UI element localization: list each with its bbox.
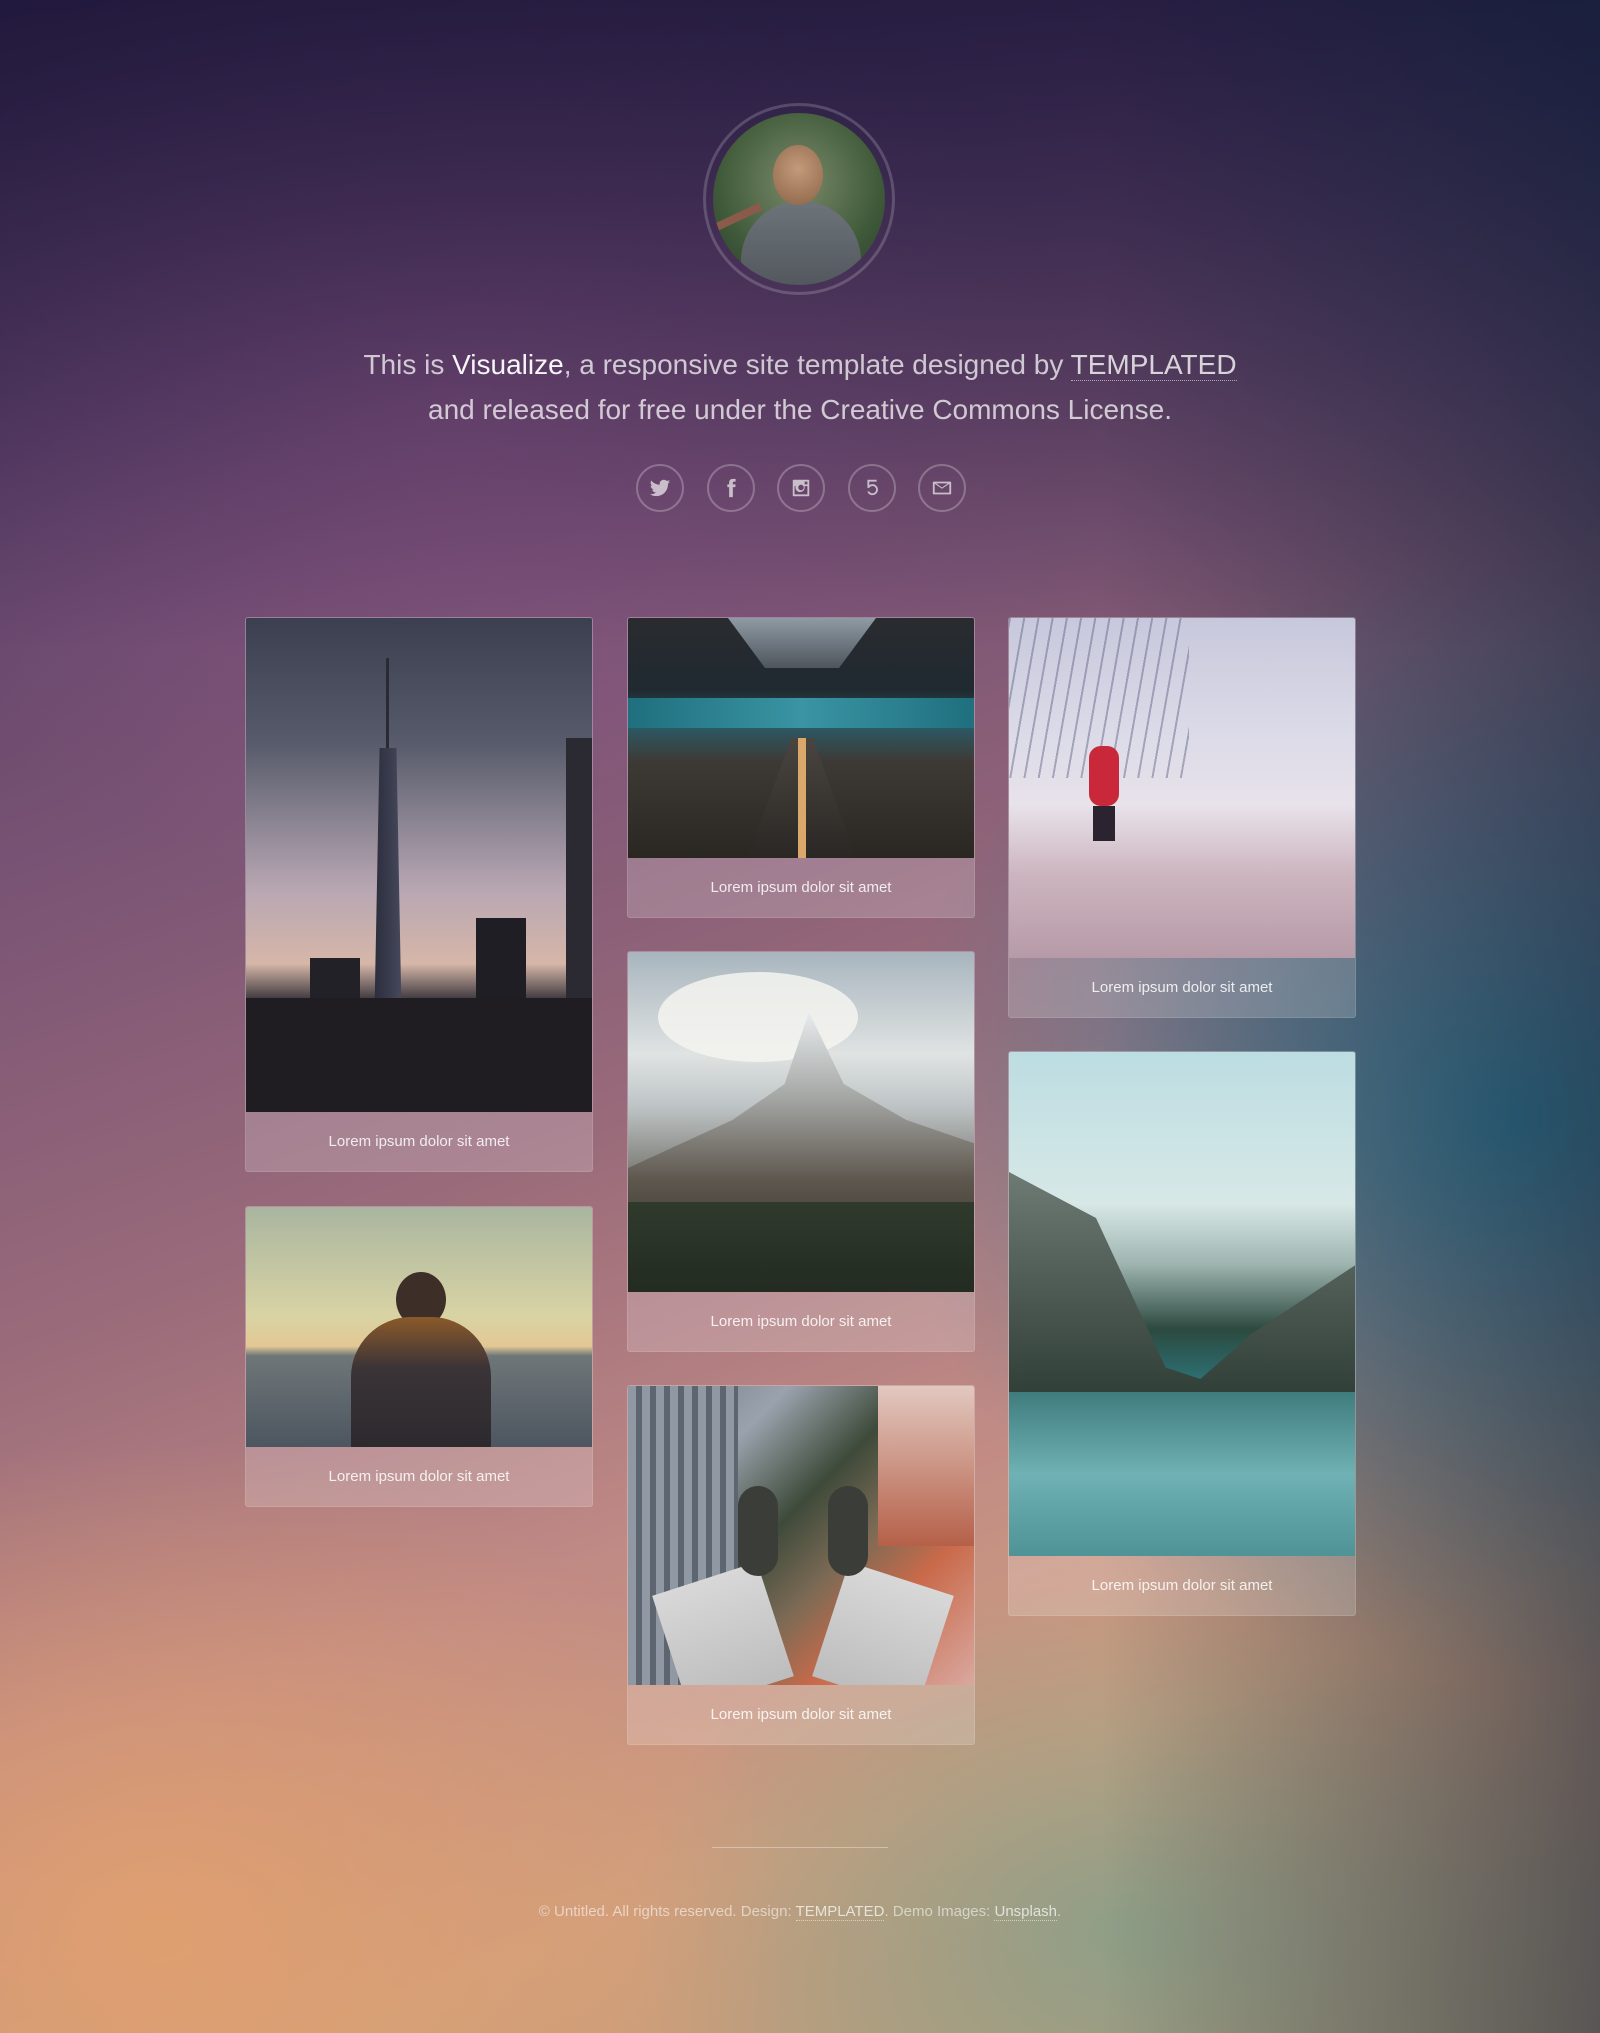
footer-divider (712, 1847, 888, 1848)
photo-feet-over-city (628, 1386, 974, 1685)
brand-name: Visualize (452, 349, 564, 380)
photo-snow-field (1009, 618, 1355, 958)
gallery-caption: Lorem ipsum dolor sit amet (1009, 1556, 1355, 1615)
gallery-caption: Lorem ipsum dolor sit amet (628, 858, 974, 917)
avatar (703, 103, 895, 295)
gallery-item[interactable]: Lorem ipsum dolor sit amet (245, 1206, 593, 1507)
design-link[interactable]: TEMPLATED (795, 1903, 885, 1921)
instagram-icon[interactable] (777, 464, 825, 512)
avatar-photo (713, 113, 885, 285)
500px-icon[interactable] (847, 464, 896, 512)
gallery-item[interactable]: Lorem ipsum dolor sit amet (627, 951, 975, 1352)
gallery-caption: Lorem ipsum dolor sit amet (628, 1292, 974, 1351)
photo-mountain-lake (1009, 1052, 1355, 1556)
images-link[interactable]: Unsplash (994, 1903, 1058, 1921)
facebook-icon[interactable] (706, 464, 755, 512)
gallery-caption: Lorem ipsum dolor sit amet (628, 1685, 974, 1744)
gallery-caption: Lorem ipsum dolor sit amet (246, 1447, 592, 1506)
photo-person-sunset (246, 1207, 592, 1447)
envelope-icon[interactable] (918, 464, 966, 512)
intro-text: This is Visualize, a responsive site tem… (363, 349, 1237, 425)
gallery-item[interactable]: Lorem ipsum dolor sit amet (1008, 1051, 1356, 1616)
footer-text: © Untitled. All rights reserved. Design:… (538, 1903, 1062, 1921)
gallery-item[interactable]: Lorem ipsum dolor sit amet (627, 1385, 975, 1745)
gallery-item[interactable]: Lorem ipsum dolor sit amet (627, 617, 975, 918)
social-links (636, 464, 966, 516)
designer-link[interactable]: TEMPLATED (1070, 349, 1237, 381)
photo-city-skyline (246, 618, 592, 1112)
gallery-caption: Lorem ipsum dolor sit amet (1009, 958, 1355, 1017)
gallery-item[interactable]: Lorem ipsum dolor sit amet (245, 617, 593, 1172)
photo-mountain-peak (628, 952, 974, 1292)
photo-escalator (628, 618, 974, 858)
gallery-caption: Lorem ipsum dolor sit amet (246, 1112, 592, 1171)
gallery-item[interactable]: Lorem ipsum dolor sit amet (1008, 617, 1356, 1018)
twitter-icon[interactable] (636, 464, 684, 512)
